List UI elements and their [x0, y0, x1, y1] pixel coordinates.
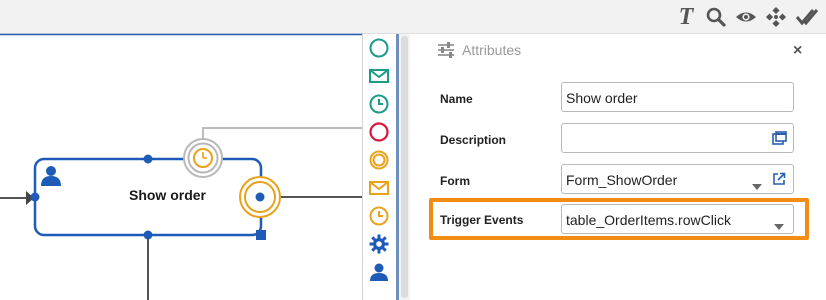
close-icon[interactable]: ×: [793, 42, 802, 60]
search-icon[interactable]: [704, 5, 728, 29]
description-label: Description: [440, 133, 507, 147]
handle-bottom: [143, 230, 153, 240]
eye-icon[interactable]: [734, 5, 758, 29]
service-task-icon[interactable]: [366, 232, 392, 256]
resize-handle: [256, 230, 266, 240]
move-icon[interactable]: [764, 5, 788, 29]
timer-start-event-icon[interactable]: [366, 92, 392, 116]
bpmn-editor: T Show order Attributes × Name Show orde…: [0, 0, 826, 300]
open-editor-icon[interactable]: [772, 131, 787, 148]
end-event-icon[interactable]: [366, 120, 392, 144]
name-value: Show order: [566, 90, 638, 106]
user-task-icon[interactable]: [366, 260, 392, 284]
text-format-icon[interactable]: T: [674, 4, 698, 30]
handle-left: [30, 192, 40, 202]
form-select[interactable]: Form_ShowOrder: [561, 164, 794, 194]
start-event-icon[interactable]: [366, 36, 392, 60]
form-label: Form: [440, 174, 470, 188]
timer-flow: [202, 127, 363, 145]
handle-top: [143, 154, 153, 164]
message-start-event-icon[interactable]: [366, 64, 392, 88]
description-field[interactable]: [561, 123, 794, 153]
intermediate-event-icon[interactable]: [366, 148, 392, 172]
boundary-timer-event-grey[interactable]: [183, 138, 223, 178]
check-all-icon[interactable]: [795, 5, 819, 29]
timer-intermediate-event-icon[interactable]: [366, 204, 392, 228]
trigger-events-highlight: [429, 198, 809, 240]
task-name: Show order: [128, 187, 206, 203]
panel-title: Attributes: [462, 42, 522, 58]
scrollbar-thumb[interactable]: [401, 36, 408, 298]
diagram-drawing: [0, 33, 363, 300]
chevron-down-icon[interactable]: [752, 177, 762, 193]
form-value: Form_ShowOrder: [566, 172, 678, 188]
message-intermediate-event-icon[interactable]: [366, 176, 392, 200]
name-field[interactable]: Show order: [561, 82, 794, 112]
open-form-icon[interactable]: [772, 172, 786, 189]
sliders-icon: [437, 42, 455, 63]
name-label: Name: [440, 92, 473, 106]
